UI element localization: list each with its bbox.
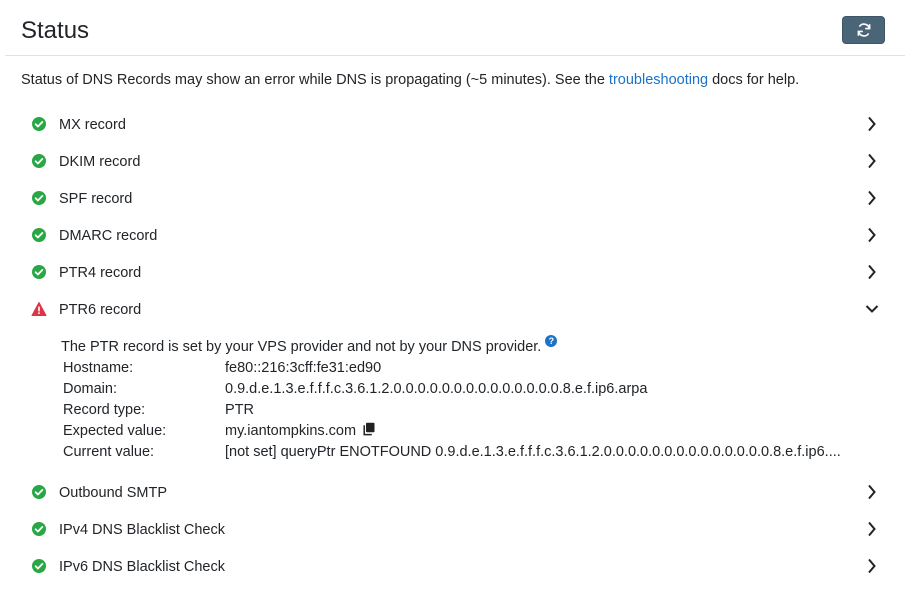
warning-triangle-icon xyxy=(31,302,47,316)
detail-key: Domain: xyxy=(63,381,117,397)
troubleshooting-link[interactable]: troubleshooting xyxy=(609,72,708,88)
ptr6-description-text: The PTR record is set by your VPS provid… xyxy=(61,339,542,355)
check-row-spf-record[interactable]: SPF record xyxy=(20,190,890,227)
detail-key: Expected value: xyxy=(63,423,167,439)
chevron-right-icon[interactable] xyxy=(865,227,879,243)
notice-text-before: Status of DNS Records may show an error … xyxy=(21,72,609,88)
notice-text-after: docs for help. xyxy=(708,72,800,88)
chevron-right-icon[interactable] xyxy=(865,116,879,132)
refresh-icon xyxy=(857,23,870,37)
check-circle-icon xyxy=(32,265,46,279)
expected-value-text: my.iantompkins.com xyxy=(225,423,357,439)
dns-propagation-notice: Status of DNS Records may show an error … xyxy=(21,71,799,89)
detail-key: Record type: xyxy=(63,402,146,418)
detail-value: [not set] queryPtr ENOTFOUND 0.9.d.e.1.3… xyxy=(225,444,841,460)
ptr6-description: The PTR record is set by your VPS provid… xyxy=(61,335,558,356)
help-icon[interactable]: ? xyxy=(545,335,558,347)
check-row-ptr4-record[interactable]: PTR4 record xyxy=(20,264,890,301)
check-circle-icon xyxy=(32,228,46,242)
check-row-ptr6-record[interactable]: PTR6 record xyxy=(20,301,890,338)
detail-value: 0.9.d.e.1.3.e.f.f.f.c.3.6.1.2.0.0.0.0.0.… xyxy=(225,381,648,397)
detail-value: my.iantompkins.com xyxy=(225,422,376,440)
detail-value: PTR xyxy=(225,402,254,418)
check-circle-icon xyxy=(32,522,46,536)
chevron-right-icon[interactable] xyxy=(865,153,879,169)
check-label: SPF record xyxy=(59,191,133,207)
chevron-right-icon[interactable] xyxy=(865,264,879,280)
chevron-right-icon[interactable] xyxy=(865,558,879,574)
check-label: Outbound SMTP xyxy=(59,485,167,501)
check-label: IPv6 DNS Blacklist Check xyxy=(59,559,225,575)
page-title: Status xyxy=(21,17,90,44)
check-row-outbound-smtp[interactable]: Outbound SMTP xyxy=(20,484,890,521)
check-circle-icon xyxy=(32,117,46,131)
copy-icon[interactable] xyxy=(362,422,376,436)
check-circle-icon xyxy=(32,485,46,499)
check-label: PTR4 record xyxy=(59,265,142,281)
chevron-right-icon[interactable] xyxy=(865,484,879,500)
detail-key: Current value: xyxy=(63,444,155,460)
check-label: IPv4 DNS Blacklist Check xyxy=(59,522,225,538)
check-row-dmarc-record[interactable]: DMARC record xyxy=(20,227,890,264)
check-label: DKIM record xyxy=(59,154,141,170)
chevron-right-icon[interactable] xyxy=(865,521,879,537)
check-row-dkim-record[interactable]: DKIM record xyxy=(20,153,890,190)
check-circle-icon xyxy=(32,154,46,168)
detail-key: Hostname: xyxy=(63,360,134,376)
check-circle-icon xyxy=(32,559,46,573)
check-circle-icon xyxy=(32,191,46,205)
chevron-down-icon[interactable] xyxy=(865,301,879,317)
check-label: PTR6 record xyxy=(59,302,142,318)
check-label: MX record xyxy=(59,117,126,133)
check-row-mx-record[interactable]: MX record xyxy=(20,116,890,153)
check-row-ipv4-dns-blacklist-check[interactable]: IPv4 DNS Blacklist Check xyxy=(20,521,890,558)
chevron-right-icon[interactable] xyxy=(865,190,879,206)
status-header: Status xyxy=(5,0,905,56)
check-label: DMARC record xyxy=(59,228,158,244)
detail-value: fe80::216:3cff:fe31:ed90 xyxy=(225,360,382,376)
refresh-button[interactable] xyxy=(842,16,885,44)
check-row-ipv6-dns-blacklist-check[interactable]: IPv6 DNS Blacklist Check xyxy=(20,558,890,595)
